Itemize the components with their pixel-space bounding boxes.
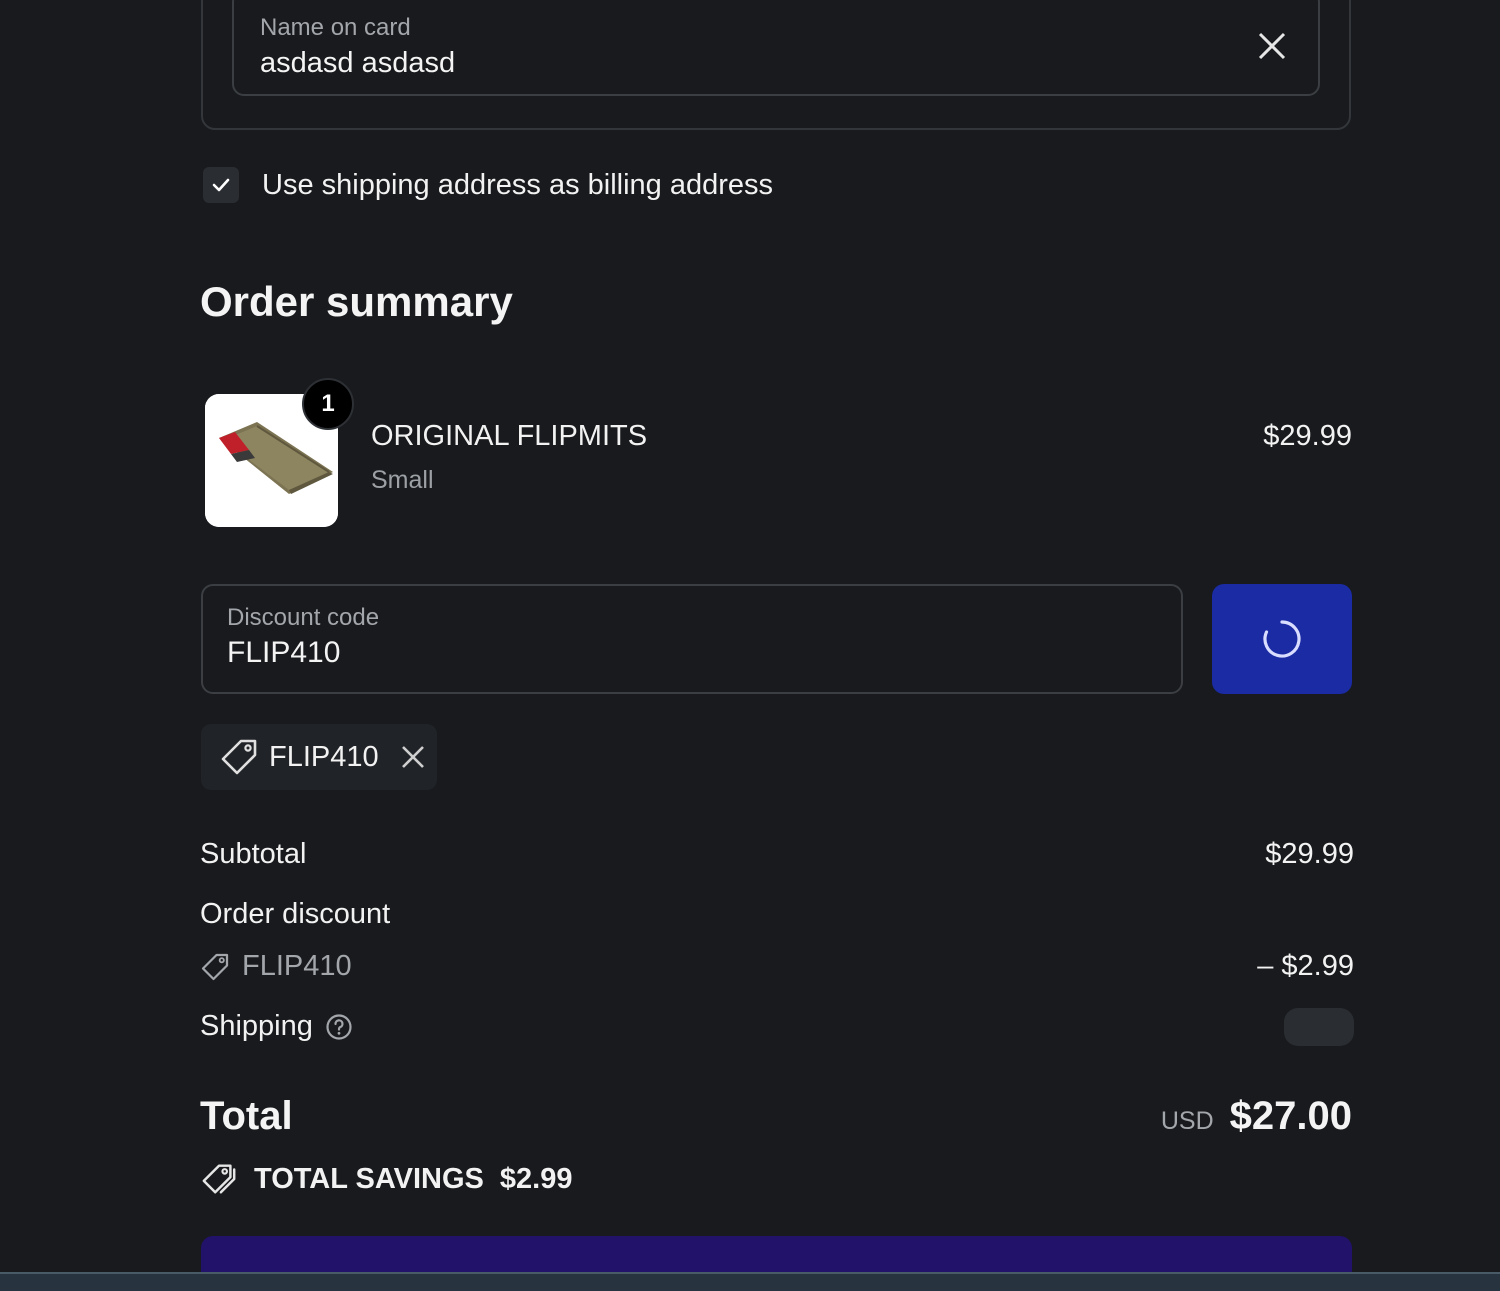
name-on-card-field[interactable]: Name on card asdasd asdasd: [232, 0, 1320, 96]
product-name: ORIGINAL FLIPMITS: [371, 420, 648, 452]
total-amount: $27.00: [1229, 1094, 1352, 1138]
tags-icon: [202, 1164, 236, 1194]
total-savings-label: TOTAL SAVINGS: [254, 1162, 484, 1195]
order-discount-code: FLIP410: [242, 950, 352, 982]
tag-icon: [201, 953, 229, 980]
total-savings-row: TOTAL SAVINGS $2.99: [200, 1160, 572, 1198]
apply-discount-button[interactable]: [1212, 584, 1352, 694]
applied-discount-code: FLIP410: [269, 740, 379, 773]
subtotal-value: $29.99: [1265, 838, 1354, 870]
checkout-page: Name on card asdasd asdasd Use shipping …: [0, 0, 1500, 1291]
name-on-card-value[interactable]: asdasd asdasd: [260, 47, 455, 80]
product-price: $29.99: [1263, 420, 1352, 452]
quantity-badge: 1: [302, 378, 354, 430]
order-discount-label: Order discount: [200, 898, 391, 930]
discount-code-field[interactable]: Discount code FLIP410: [201, 584, 1183, 694]
applied-discount-chip: FLIP410: [201, 724, 437, 790]
remove-discount-icon[interactable]: [399, 743, 427, 771]
discount-code-value[interactable]: FLIP410: [227, 636, 340, 670]
clear-icon[interactable]: [1254, 28, 1290, 64]
total-value: USD $27.00: [1161, 1094, 1352, 1139]
billing-checkbox[interactable]: [203, 167, 239, 203]
loading-spinner-icon: [1263, 620, 1301, 658]
order-summary-title: Order summary: [200, 278, 513, 325]
order-discount-code-line: FLIP410: [200, 950, 352, 983]
total-savings-amount: $2.99: [499, 1162, 573, 1195]
shipping-label: Shipping: [200, 1010, 313, 1042]
tag-icon: [221, 739, 257, 775]
window-bottom-bar: [0, 1272, 1500, 1291]
checkmark-icon: [212, 178, 230, 192]
total-label: Total: [200, 1094, 293, 1138]
name-on-card-label: Name on card: [260, 14, 411, 41]
product-variant: Small: [371, 466, 434, 494]
shipping-value-loading: [1284, 1008, 1354, 1046]
discount-code-label: Discount code: [227, 604, 380, 631]
total-currency: USD: [1160, 1107, 1214, 1135]
billing-address-option[interactable]: Use shipping address as billing address: [203, 166, 773, 204]
subtotal-label: Subtotal: [200, 838, 307, 870]
order-discount-value: – $2.99: [1257, 950, 1354, 982]
shipping-row: Shipping: [200, 1010, 353, 1043]
help-circle-icon[interactable]: [325, 1013, 353, 1041]
billing-checkbox-label[interactable]: Use shipping address as billing address: [262, 169, 773, 202]
